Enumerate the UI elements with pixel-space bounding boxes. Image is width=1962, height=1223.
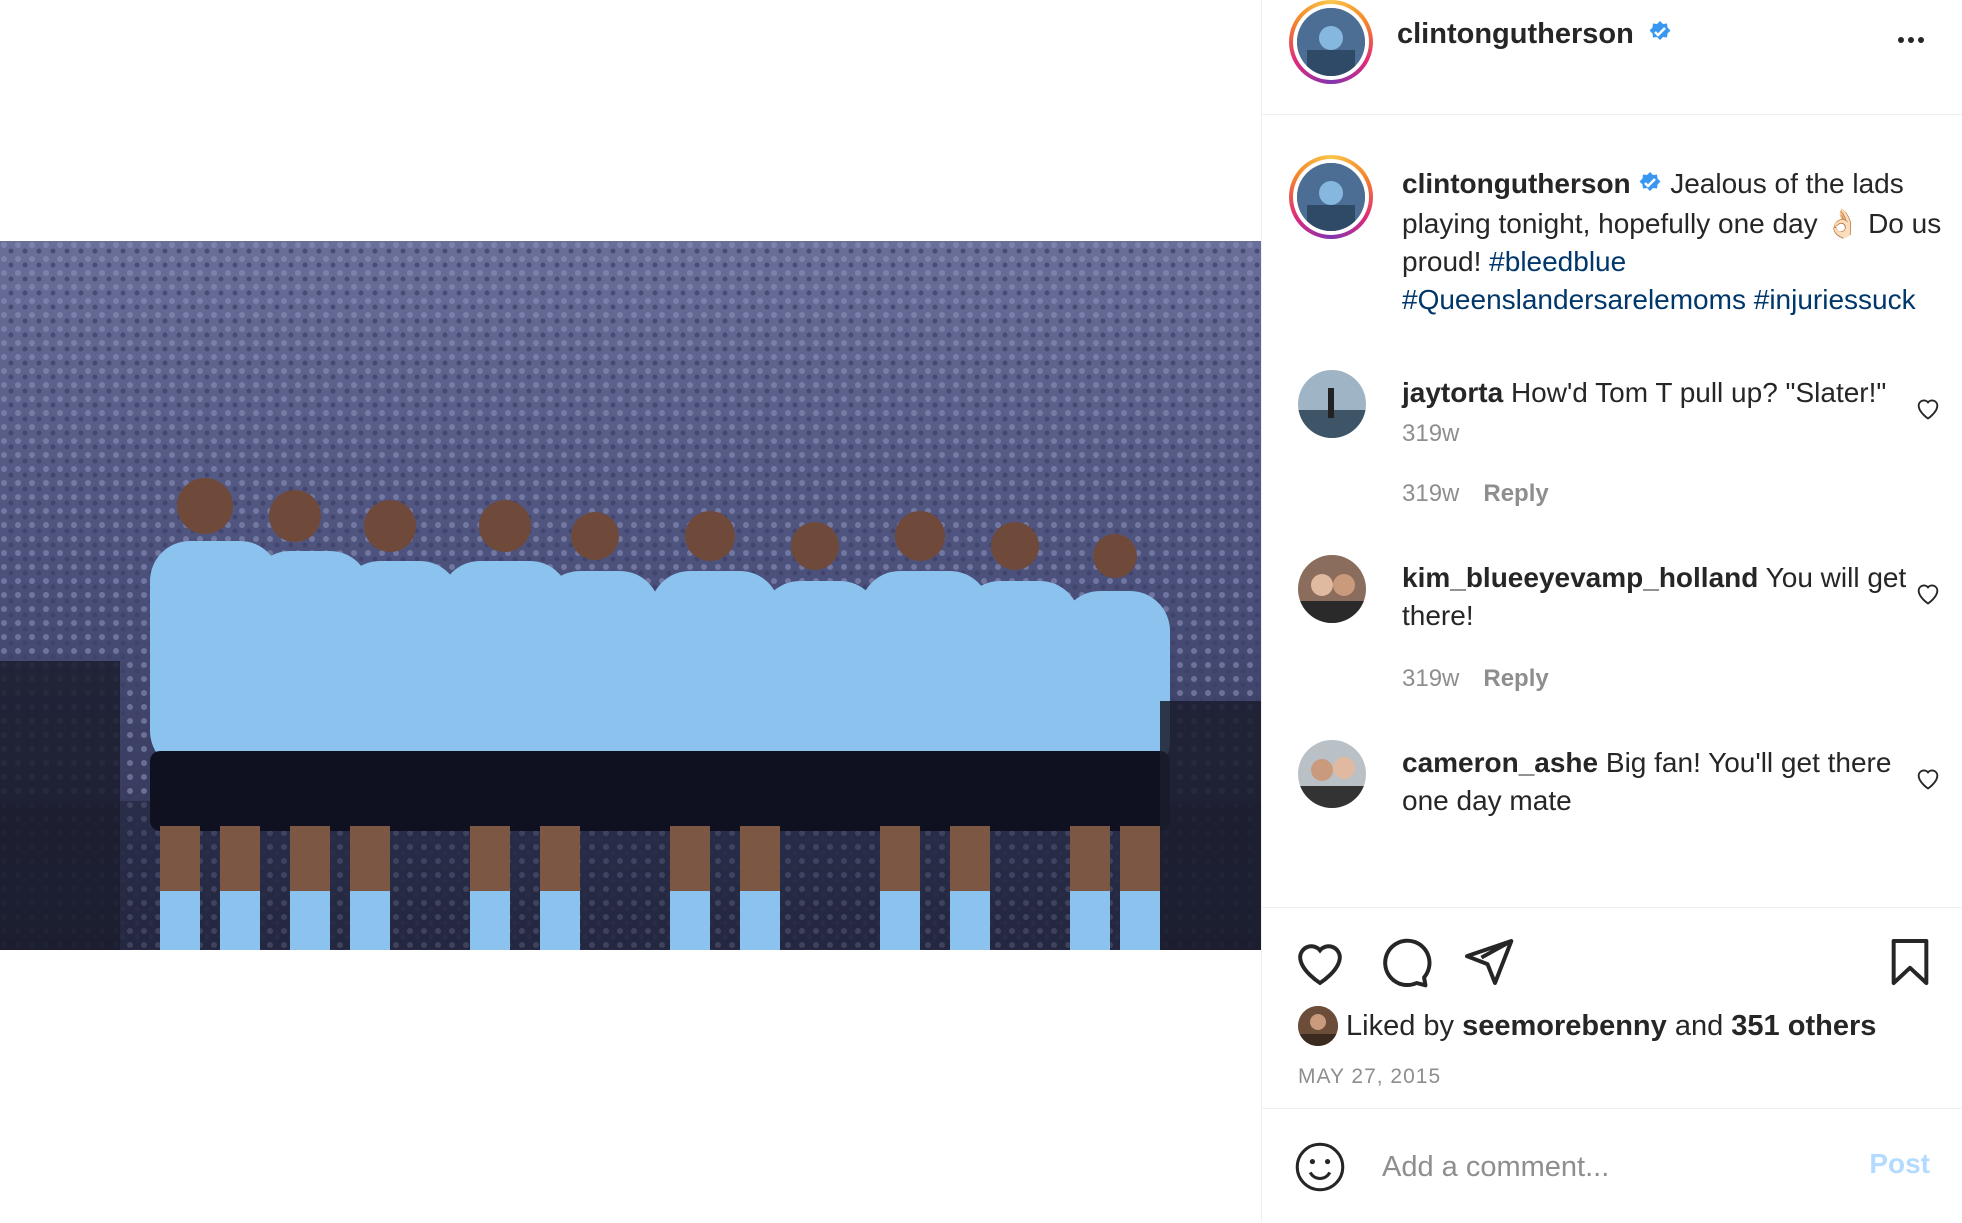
add-comment-bar: Post: [1262, 1108, 1962, 1223]
author-avatar[interactable]: [1289, 155, 1373, 239]
ok-hand-emoji: 👌🏻: [1825, 207, 1861, 239]
post-comment-button[interactable]: Post: [1863, 1147, 1936, 1181]
comment-like-heart-icon[interactable]: [1914, 579, 1942, 607]
comment-meta: 319w Reply: [1402, 480, 1549, 508]
likes-summary: Liked by seemorebenny and 351 others: [1298, 1002, 1876, 1050]
likes-others[interactable]: 351 others: [1731, 1010, 1876, 1043]
share-icon[interactable]: [1460, 934, 1516, 990]
comment-username[interactable]: kim_blueeyevamp_holland: [1402, 562, 1758, 593]
post-side-panel: clintongutherson clintongutherson Jealou…: [1261, 0, 1962, 1222]
hashtag-link[interactable]: #Queenslandersarelemoms: [1402, 284, 1746, 315]
emoji-icon[interactable]: [1294, 1141, 1346, 1193]
verified-badge-icon: [1638, 167, 1662, 205]
comment-icon[interactable]: [1376, 934, 1432, 990]
comment-time[interactable]: 319w: [1402, 480, 1459, 507]
comment-body: How'd Tom T pull up? "Slater!": [1510, 377, 1887, 408]
more-options-icon[interactable]: [1896, 30, 1932, 50]
author-avatar[interactable]: [1289, 0, 1373, 84]
liker-avatar[interactable]: [1298, 1006, 1338, 1046]
post-header: clintongutherson: [1262, 0, 1962, 115]
hashtag-link[interactable]: #bleedblue: [1489, 246, 1626, 277]
likes-and: and: [1674, 1009, 1724, 1042]
comments-list[interactable]: clintongutherson Jealous of the lads pla…: [1262, 115, 1962, 907]
post-actions: Liked by seemorebenny and 351 others MAY…: [1262, 907, 1962, 1108]
comment-text: kim_blueeyevamp_holland You will get the…: [1402, 559, 1922, 635]
commenter-avatar[interactable]: [1298, 370, 1366, 438]
commenter-avatar[interactable]: [1298, 555, 1366, 623]
comment-time[interactable]: 319w: [1402, 665, 1459, 692]
author-username[interactable]: clintongutherson: [1397, 18, 1634, 50]
comment-username[interactable]: jaytorta: [1402, 377, 1503, 408]
caption-username[interactable]: clintongutherson: [1402, 168, 1631, 199]
media-area: [0, 0, 1261, 1222]
post-photo[interactable]: [0, 241, 1261, 950]
bookmark-icon[interactable]: [1882, 934, 1938, 990]
heart-icon[interactable]: [1292, 934, 1348, 990]
comment-meta: 319w Reply: [1402, 665, 1549, 693]
caption-text: clintongutherson Jealous of the lads pla…: [1402, 165, 1942, 319]
reply-button[interactable]: Reply: [1483, 480, 1548, 507]
caption-time[interactable]: 319w: [1402, 420, 1459, 448]
comment-username[interactable]: cameron_ashe: [1402, 747, 1598, 778]
likes-prefix: Liked by: [1346, 1009, 1455, 1042]
comment-like-heart-icon[interactable]: [1914, 394, 1942, 422]
hashtag-link[interactable]: #injuriessuck: [1754, 284, 1916, 315]
comment-text: cameron_ashe Big fan! You'll get there o…: [1402, 744, 1922, 820]
comment-input[interactable]: [1380, 1139, 1854, 1195]
comment-text: jaytorta How'd Tom T pull up? "Slater!": [1402, 374, 1922, 412]
verified-badge-icon: [1648, 19, 1672, 52]
commenter-avatar[interactable]: [1298, 740, 1366, 808]
comment-like-heart-icon[interactable]: [1914, 764, 1942, 792]
reply-button[interactable]: Reply: [1483, 665, 1548, 692]
post-date[interactable]: MAY 27, 2015: [1298, 1065, 1441, 1089]
liked-by-user[interactable]: seemorebenny: [1462, 1010, 1667, 1043]
